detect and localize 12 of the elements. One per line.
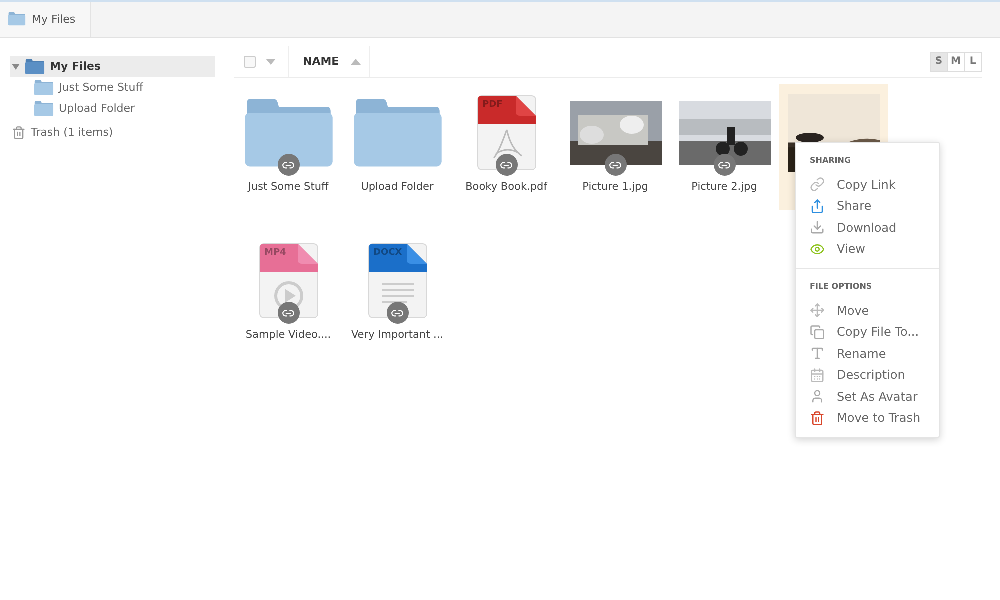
file-type-label: PDF bbox=[482, 100, 503, 110]
file-name: Picture 2.jpg bbox=[692, 181, 758, 193]
file-name: Very Important ... bbox=[351, 329, 444, 341]
file-type-label: MP4 bbox=[264, 248, 286, 258]
file-name: Just Some Stuff bbox=[248, 181, 329, 193]
file-name: Upload Folder bbox=[361, 181, 434, 193]
file-name: Picture 1.jpg bbox=[582, 181, 648, 193]
file-name: Booky Book.pdf bbox=[466, 181, 548, 193]
menu-section-title: SHARING bbox=[810, 156, 852, 165]
menu-section-title: FILE OPTIONS bbox=[810, 282, 874, 291]
file-name: Sample Video.... bbox=[246, 329, 332, 341]
file-type-label: DOCX bbox=[374, 248, 402, 258]
